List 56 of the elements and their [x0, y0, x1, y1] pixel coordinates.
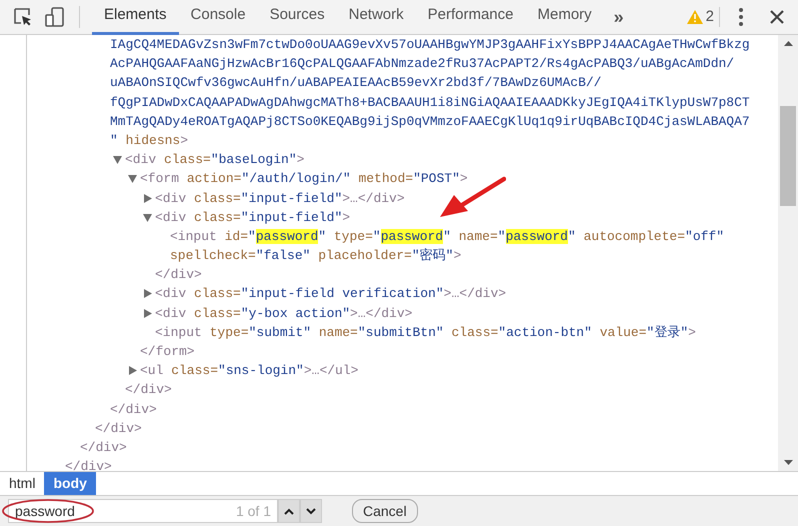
code-line: <div class="input-field">…</div>: [155, 190, 405, 206]
code-line: <div class="input-field verification">…</div>: [155, 286, 506, 302]
scrollbar-thumb[interactable]: [780, 106, 796, 206]
chevron-up-icon: [284, 508, 294, 514]
code-line: </div>: [80, 440, 127, 455]
code-line: spellcheck="false" placeholder="密码">: [170, 248, 462, 264]
more-tabs-button[interactable]: »: [614, 4, 624, 30]
device-icon[interactable]: [45, 7, 65, 27]
panel-tab[interactable]: Performance: [416, 0, 526, 34]
code-line: </div>: [110, 402, 157, 417]
panel-tab[interactable]: Network: [336, 0, 416, 34]
collapse-triangle-icon[interactable]: [113, 155, 122, 164]
code-line: <ul class="sns-login">…</ul>: [140, 363, 358, 378]
panel-tab[interactable]: Console: [178, 0, 258, 34]
code-line: </form>: [140, 344, 195, 359]
code-line: </div>: [65, 459, 112, 471]
code-line: IAgCQ4MEDAGvZsn3wFm7ctwDo0oUAAG9evXv57oUAAHBgwYMJP3gAAHFixYsBPPJ4AACAgAeTHwCwfBkzg: [110, 37, 750, 52]
previous-match-button[interactable]: [278, 499, 300, 523]
collapse-triangle-icon[interactable]: [128, 174, 137, 184]
expand-triangle-icon[interactable]: [143, 194, 152, 202]
expand-triangle-icon[interactable]: [143, 289, 152, 298]
code-line: uABAOnSIQCwfv36gwcAuHfn/uABAPEAIEAAcB59evXr2bd3f/7BAwDz6UMAcB//: [110, 75, 602, 90]
code-line: MmTAgQADy4eROATgAQAPj8CTSo0KEQABg9ijSp0qVMmzoFAAECgKlUq1q9irUqBABcIQD4CjasWLABAQA7: [110, 114, 750, 129]
code-line: " hidesns>: [110, 132, 188, 148]
code-line: </div>: [155, 267, 202, 282]
more-options-icon[interactable]: [739, 8, 743, 26]
code-line: <form action="/auth/login/" method="POST">: [140, 171, 468, 186]
scrollbar[interactable]: [778, 35, 798, 471]
panel-tab[interactable]: Sources: [258, 0, 337, 34]
search-field[interactable]: password 1 of 1: [8, 499, 278, 523]
code-line: <input id="password" type="password" name="password" autocomplete="off": [170, 228, 724, 244]
expand-triangle-icon[interactable]: [128, 366, 137, 376]
close-icon[interactable]: [770, 10, 784, 24]
warning-count: 2: [706, 6, 714, 27]
next-match-button[interactable]: [300, 499, 322, 523]
collapse-triangle-icon[interactable]: [143, 212, 152, 222]
code-line: </div>: [125, 382, 172, 398]
code-line: fQgPIADwDxCAQAAPADwAgDAhwgcMATh8+BACBAAUH1i8iNGiAQAAIEAAADKkyJEgIQA4iTKlypUsW7p8CT: [110, 94, 750, 110]
search-input[interactable]: password: [15, 500, 215, 522]
cancel-button[interactable]: Cancel: [352, 499, 418, 523]
code-line: </div>: [95, 420, 142, 436]
code-line: <div class="input-field">: [155, 210, 350, 225]
code-line: <input type="submit" name="submitBtn" class="action-btn" value="登录">: [155, 324, 696, 340]
panel-tab[interactable]: Memory: [526, 0, 604, 34]
expand-triangle-icon[interactable]: [143, 308, 152, 318]
breadcrumb[interactable]: body: [44, 472, 96, 495]
inspect-icon[interactable]: [13, 7, 33, 27]
scroll-down-icon[interactable]: [784, 460, 792, 465]
breadcrumb[interactable]: html: [0, 472, 44, 495]
code-line: AcPAHQGAAFAaNGjHzwAcBr16QcPALQGAAFAbNmzade2fRu37AcPAPT2/Rs4gAcPABQ3/uABgAcAmDdn/: [110, 56, 734, 72]
match-count: 1 of 1: [236, 502, 271, 520]
chevron-down-icon: [306, 508, 316, 514]
code-line: <div class="y-box action">…</div>: [155, 306, 412, 321]
scroll-up-icon[interactable]: [784, 41, 792, 46]
panel-tab[interactable]: Elements: [92, 0, 179, 34]
code-line: <div class="baseLogin">: [125, 152, 304, 168]
